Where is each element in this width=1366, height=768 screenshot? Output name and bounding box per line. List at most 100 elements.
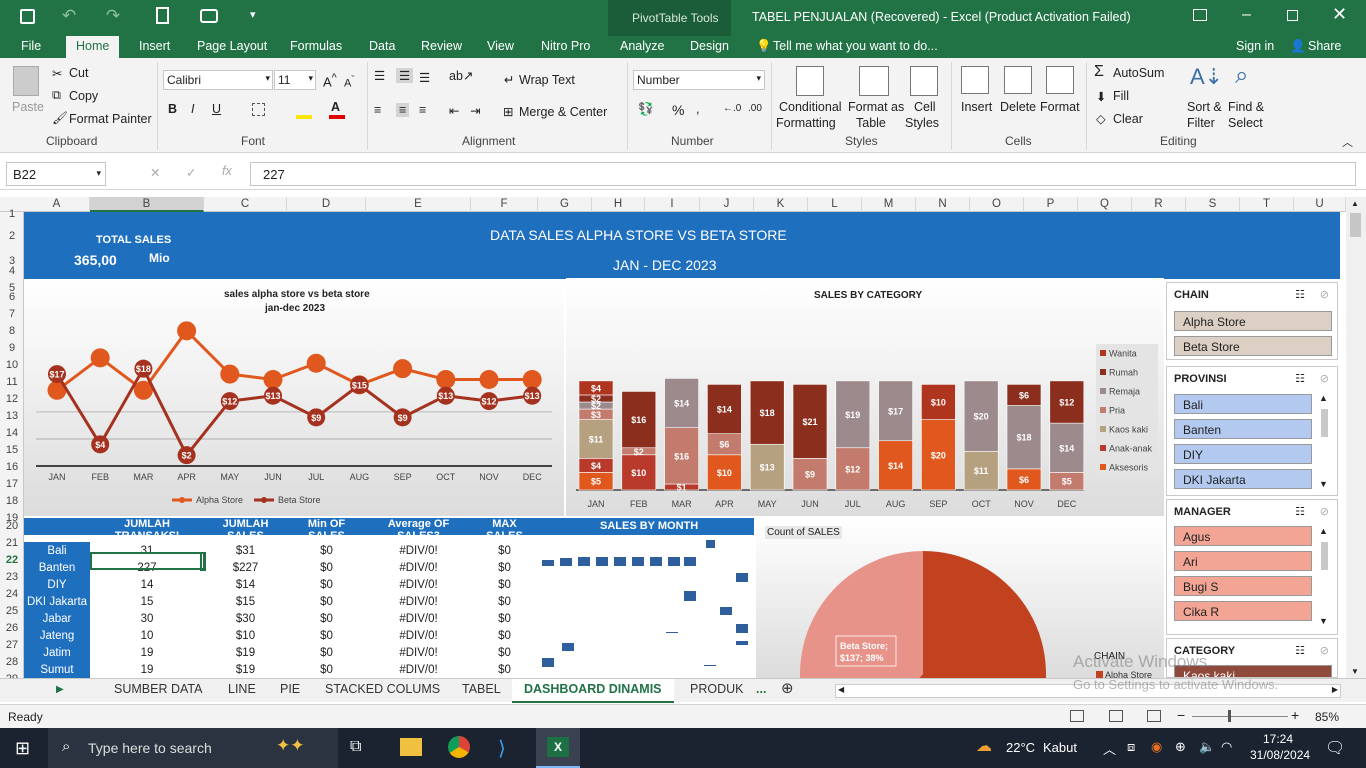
column-header-s[interactable]: S: [1186, 197, 1240, 212]
wifi-icon[interactable]: ◠: [1221, 739, 1232, 755]
line-chart-panel[interactable]: sales alpha store vs beta store jan-dec …: [24, 280, 564, 516]
increase-decimal-icon[interactable]: ←.0: [723, 103, 741, 114]
task-view-icon[interactable]: ⧉: [350, 738, 361, 756]
slicer-scrollbar[interactable]: ▲ ▼: [1319, 393, 1331, 489]
enter-icon[interactable]: ✓: [186, 165, 196, 180]
row-header-23[interactable]: 23: [0, 571, 24, 583]
row-header-28[interactable]: 28: [0, 656, 24, 668]
table-cell[interactable]: $0: [287, 610, 366, 627]
merge-center-button[interactable]: Merge & Center: [519, 105, 607, 119]
table-cell[interactable]: $14: [204, 576, 287, 593]
slicer-item[interactable]: Bugi S: [1174, 576, 1312, 596]
weather-temp[interactable]: 22°C: [1006, 740, 1035, 755]
multi-select-icon[interactable]: ☷: [1295, 505, 1305, 518]
row-header-24[interactable]: 24: [0, 588, 24, 600]
close-icon[interactable]: ✕: [1332, 4, 1347, 25]
row-header-11[interactable]: 11: [0, 376, 24, 388]
weather-desc[interactable]: Kabut: [1043, 740, 1077, 755]
zoom-slider[interactable]: [1192, 716, 1288, 717]
tab-file[interactable]: File: [21, 39, 41, 53]
row-header-16[interactable]: 16: [0, 461, 24, 473]
table-cell[interactable]: $0: [287, 542, 366, 559]
row-header-25[interactable]: 25: [0, 605, 24, 617]
multi-select-icon[interactable]: ☷: [1295, 644, 1305, 657]
stacked-chart-panel[interactable]: SALES BY CATEGORY $5 $4 $11 $3 $2 $2 $4 JAN $10 $…: [566, 280, 1164, 516]
column-header-d[interactable]: D: [287, 197, 366, 212]
tab-formulas[interactable]: Formulas: [290, 39, 342, 53]
zoom-in-icon[interactable]: +: [1291, 707, 1299, 723]
tab-page-layout[interactable]: Page Layout: [197, 39, 267, 53]
table-cell[interactable]: #DIV/0!: [366, 542, 471, 559]
find-select-icon[interactable]: ⌕: [1235, 62, 1248, 90]
cancel-icon[interactable]: ✕: [150, 165, 160, 180]
percent-button[interactable]: %: [672, 102, 684, 118]
row-label-cell[interactable]: Jatim: [24, 644, 90, 661]
sheet-tab-produk[interactable]: PRODUK: [690, 682, 743, 696]
row-header-14[interactable]: 14: [0, 427, 24, 439]
delete-cells-icon[interactable]: [1004, 66, 1032, 94]
fill-button[interactable]: Fill: [1113, 89, 1129, 103]
clock-time[interactable]: 17:24: [1263, 732, 1293, 746]
page-layout-view-icon[interactable]: [1109, 710, 1123, 722]
column-header-m[interactable]: M: [862, 197, 916, 212]
column-header-i[interactable]: I: [645, 197, 700, 212]
scroll-thumb[interactable]: [1350, 213, 1361, 237]
slicer-item[interactable]: DKI Jakarta: [1174, 469, 1312, 489]
shrink-font-icon[interactable]: Aˇ: [344, 74, 354, 90]
row-header-21[interactable]: 21: [0, 537, 24, 549]
multi-select-icon[interactable]: ☷: [1295, 288, 1305, 301]
borders-icon[interactable]: [252, 103, 265, 116]
save-icon[interactable]: [20, 9, 35, 24]
macro-icon[interactable]: [200, 9, 218, 23]
row-header-18[interactable]: 18: [0, 495, 24, 507]
table-cell[interactable]: $0: [287, 559, 366, 576]
table-cell[interactable]: $0: [471, 610, 538, 627]
vertical-scrollbar[interactable]: ▲ ▼: [1346, 197, 1366, 678]
sort-filter-icon[interactable]: A⇣: [1190, 64, 1223, 90]
format-painter-button[interactable]: Format Painter: [69, 112, 152, 126]
row-label-cell[interactable]: Sumut: [24, 661, 90, 678]
increase-indent-icon[interactable]: ⇥: [470, 103, 480, 118]
clear-filter-icon[interactable]: ⊘: [1320, 644, 1329, 657]
table-cell[interactable]: 15: [90, 593, 204, 610]
normal-view-icon[interactable]: [1070, 710, 1084, 722]
tab-nitro-pro[interactable]: Nitro Pro: [541, 39, 590, 53]
row-header-7[interactable]: 7: [0, 308, 24, 320]
vscode-icon[interactable]: ⟩: [498, 736, 506, 761]
font-size-select[interactable]: 11 ▾: [274, 70, 316, 90]
row-header-12[interactable]: 12: [0, 393, 24, 405]
clear-filter-icon[interactable]: ⊘: [1320, 288, 1329, 301]
tray-chevron-icon[interactable]: ︿: [1103, 739, 1116, 758]
slicer-item[interactable]: DIY: [1174, 444, 1312, 464]
comma-icon[interactable]: ,: [696, 102, 699, 116]
table-cell[interactable]: $0: [287, 576, 366, 593]
row-header-20[interactable]: 20: [0, 520, 24, 532]
chrome-icon[interactable]: [448, 736, 470, 758]
pivot-column-header[interactable]: JUMLAH SALES: [204, 518, 287, 542]
currency-icon[interactable]: 💱: [638, 102, 654, 117]
row-label-cell[interactable]: Jabar: [24, 610, 90, 627]
table-cell[interactable]: $0: [471, 576, 538, 593]
slicer-scrollbar[interactable]: ▲ ▼: [1319, 526, 1331, 626]
table-cell[interactable]: $227: [204, 559, 287, 576]
sort-l2[interactable]: Filter: [1187, 116, 1215, 130]
tab-home[interactable]: Home: [66, 36, 120, 58]
undo-icon[interactable]: ↶: [62, 6, 76, 26]
find-l2[interactable]: Select: [1228, 116, 1263, 130]
row-header-9[interactable]: 9: [0, 342, 24, 354]
align-bottom-icon[interactable]: ☰: [419, 70, 430, 85]
row-header-1[interactable]: 1: [0, 208, 24, 220]
column-header-o[interactable]: O: [970, 197, 1024, 212]
column-header-e[interactable]: E: [366, 197, 471, 212]
slicer-chain[interactable]: CHAIN ☷ ⊘ Alpha Store Beta Store: [1166, 282, 1338, 360]
excel-taskbar-button[interactable]: X: [536, 728, 580, 768]
wrap-text-button[interactable]: Wrap Text: [519, 73, 575, 87]
column-header-k[interactable]: K: [754, 197, 808, 212]
zoom-thumb[interactable]: [1228, 710, 1231, 722]
italic-button[interactable]: I: [191, 102, 194, 116]
bold-button[interactable]: B: [168, 102, 177, 116]
tab-data[interactable]: Data: [369, 39, 395, 53]
column-header-a[interactable]: A: [24, 197, 90, 212]
sheet-tab-sumber-data[interactable]: SUMBER DATA: [114, 682, 202, 696]
column-header-u[interactable]: U: [1294, 197, 1346, 212]
